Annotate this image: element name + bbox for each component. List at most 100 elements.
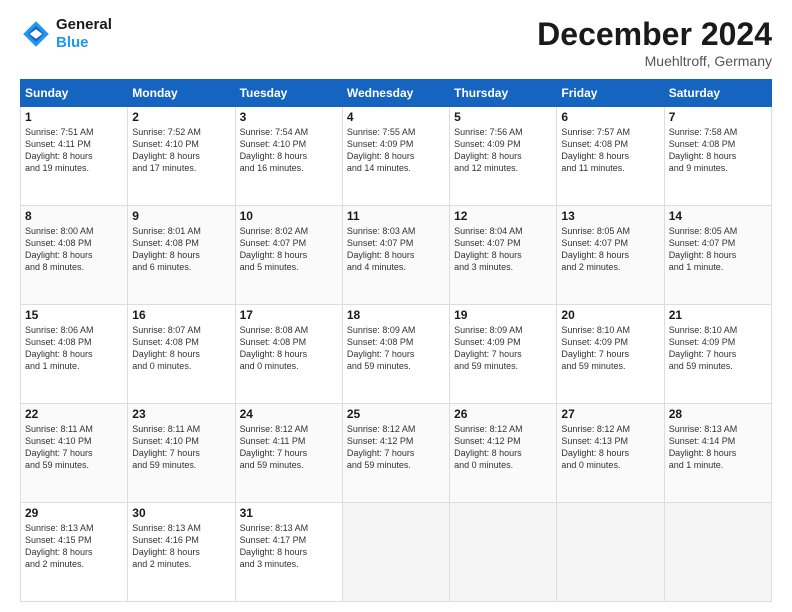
cell-info: Sunrise: 8:12 AM Sunset: 4:13 PM Dayligh… <box>561 423 659 472</box>
day-number: 23 <box>132 407 230 421</box>
calendar-cell: 22 Sunrise: 8:11 AM Sunset: 4:10 PM Dayli… <box>21 404 128 503</box>
calendar-cell <box>450 503 557 602</box>
col-header-sunday: Sunday <box>21 80 128 107</box>
day-number: 25 <box>347 407 445 421</box>
logo-text: General Blue <box>56 16 112 52</box>
day-number: 19 <box>454 308 552 322</box>
cell-info: Sunrise: 8:10 AM Sunset: 4:09 PM Dayligh… <box>669 324 767 373</box>
calendar-cell: 19 Sunrise: 8:09 AM Sunset: 4:09 PM Dayli… <box>450 305 557 404</box>
cell-info: Sunrise: 8:09 AM Sunset: 4:08 PM Dayligh… <box>347 324 445 373</box>
cell-info: Sunrise: 8:12 AM Sunset: 4:12 PM Dayligh… <box>454 423 552 472</box>
cell-info: Sunrise: 8:04 AM Sunset: 4:07 PM Dayligh… <box>454 225 552 274</box>
calendar-cell: 1 Sunrise: 7:51 AM Sunset: 4:11 PM Daylig… <box>21 107 128 206</box>
cell-info: Sunrise: 8:06 AM Sunset: 4:08 PM Dayligh… <box>25 324 123 373</box>
cell-info: Sunrise: 7:51 AM Sunset: 4:11 PM Dayligh… <box>25 126 123 175</box>
cell-info: Sunrise: 8:13 AM Sunset: 4:14 PM Dayligh… <box>669 423 767 472</box>
day-number: 17 <box>240 308 338 322</box>
page: General Blue December 2024 Muehltroff, G… <box>0 0 792 612</box>
week-row-4: 22 Sunrise: 8:11 AM Sunset: 4:10 PM Dayli… <box>21 404 772 503</box>
day-number: 10 <box>240 209 338 223</box>
day-number: 9 <box>132 209 230 223</box>
day-number: 22 <box>25 407 123 421</box>
cell-info: Sunrise: 7:52 AM Sunset: 4:10 PM Dayligh… <box>132 126 230 175</box>
col-header-wednesday: Wednesday <box>342 80 449 107</box>
calendar-cell: 10 Sunrise: 8:02 AM Sunset: 4:07 PM Dayli… <box>235 206 342 305</box>
day-number: 3 <box>240 110 338 124</box>
day-number: 2 <box>132 110 230 124</box>
cell-info: Sunrise: 8:09 AM Sunset: 4:09 PM Dayligh… <box>454 324 552 373</box>
day-number: 7 <box>669 110 767 124</box>
calendar-cell: 21Sunrise: 8:10 AM Sunset: 4:09 PM Dayli… <box>664 305 771 404</box>
cell-info: Sunrise: 7:55 AM Sunset: 4:09 PM Dayligh… <box>347 126 445 175</box>
calendar-cell: 23 Sunrise: 8:11 AM Sunset: 4:10 PM Dayli… <box>128 404 235 503</box>
cell-info: Sunrise: 8:13 AM Sunset: 4:17 PM Dayligh… <box>240 522 338 571</box>
calendar-cell: 26 Sunrise: 8:12 AM Sunset: 4:12 PM Dayli… <box>450 404 557 503</box>
cell-info: Sunrise: 8:01 AM Sunset: 4:08 PM Dayligh… <box>132 225 230 274</box>
day-number: 8 <box>25 209 123 223</box>
calendar-header-row: SundayMondayTuesdayWednesdayThursdayFrid… <box>21 80 772 107</box>
day-number: 16 <box>132 308 230 322</box>
day-number: 12 <box>454 209 552 223</box>
calendar-cell: 30 Sunrise: 8:13 AM Sunset: 4:16 PM Dayli… <box>128 503 235 602</box>
day-number: 24 <box>240 407 338 421</box>
cell-info: Sunrise: 8:02 AM Sunset: 4:07 PM Dayligh… <box>240 225 338 274</box>
calendar-cell: 18 Sunrise: 8:09 AM Sunset: 4:08 PM Dayli… <box>342 305 449 404</box>
day-number: 11 <box>347 209 445 223</box>
cell-info: Sunrise: 8:03 AM Sunset: 4:07 PM Dayligh… <box>347 225 445 274</box>
calendar-cell: 7 Sunrise: 7:58 AM Sunset: 4:08 PM Daylig… <box>664 107 771 206</box>
logo: General Blue <box>20 16 112 52</box>
cell-info: Sunrise: 7:58 AM Sunset: 4:08 PM Dayligh… <box>669 126 767 175</box>
week-row-1: 1 Sunrise: 7:51 AM Sunset: 4:11 PM Daylig… <box>21 107 772 206</box>
month-title: December 2024 <box>537 16 772 53</box>
day-number: 15 <box>25 308 123 322</box>
day-number: 5 <box>454 110 552 124</box>
col-header-saturday: Saturday <box>664 80 771 107</box>
day-number: 4 <box>347 110 445 124</box>
calendar-cell: 14Sunrise: 8:05 AM Sunset: 4:07 PM Dayli… <box>664 206 771 305</box>
cell-info: Sunrise: 8:12 AM Sunset: 4:12 PM Dayligh… <box>347 423 445 472</box>
day-number: 28 <box>669 407 767 421</box>
calendar-cell: 16 Sunrise: 8:07 AM Sunset: 4:08 PM Dayli… <box>128 305 235 404</box>
title-block: December 2024 Muehltroff, Germany <box>537 16 772 69</box>
cell-info: Sunrise: 8:00 AM Sunset: 4:08 PM Dayligh… <box>25 225 123 274</box>
calendar-cell: 17Sunrise: 8:08 AM Sunset: 4:08 PM Dayli… <box>235 305 342 404</box>
day-number: 6 <box>561 110 659 124</box>
cell-info: Sunrise: 8:07 AM Sunset: 4:08 PM Dayligh… <box>132 324 230 373</box>
calendar-cell <box>342 503 449 602</box>
week-row-3: 15 Sunrise: 8:06 AM Sunset: 4:08 PM Dayli… <box>21 305 772 404</box>
day-number: 1 <box>25 110 123 124</box>
day-number: 29 <box>25 506 123 520</box>
cell-info: Sunrise: 8:10 AM Sunset: 4:09 PM Dayligh… <box>561 324 659 373</box>
day-number: 30 <box>132 506 230 520</box>
day-number: 14 <box>669 209 767 223</box>
calendar-cell: 28 Sunrise: 8:13 AM Sunset: 4:14 PM Dayli… <box>664 404 771 503</box>
day-number: 13 <box>561 209 659 223</box>
day-number: 26 <box>454 407 552 421</box>
cell-info: Sunrise: 8:11 AM Sunset: 4:10 PM Dayligh… <box>132 423 230 472</box>
cell-info: Sunrise: 8:11 AM Sunset: 4:10 PM Dayligh… <box>25 423 123 472</box>
calendar-cell: 11 Sunrise: 8:03 AM Sunset: 4:07 PM Dayli… <box>342 206 449 305</box>
calendar-cell: 31 Sunrise: 8:13 AM Sunset: 4:17 PM Dayli… <box>235 503 342 602</box>
calendar-cell: 13 Sunrise: 8:05 AM Sunset: 4:07 PM Dayli… <box>557 206 664 305</box>
col-header-monday: Monday <box>128 80 235 107</box>
col-header-tuesday: Tuesday <box>235 80 342 107</box>
calendar-cell <box>664 503 771 602</box>
col-header-thursday: Thursday <box>450 80 557 107</box>
day-number: 31 <box>240 506 338 520</box>
calendar-cell: 3 Sunrise: 7:54 AM Sunset: 4:10 PM Daylig… <box>235 107 342 206</box>
calendar-cell: 4 Sunrise: 7:55 AM Sunset: 4:09 PM Daylig… <box>342 107 449 206</box>
calendar-cell: 5Sunrise: 7:56 AM Sunset: 4:09 PM Daylig… <box>450 107 557 206</box>
day-number: 27 <box>561 407 659 421</box>
calendar-cell: 24Sunrise: 8:12 AM Sunset: 4:11 PM Dayli… <box>235 404 342 503</box>
cell-info: Sunrise: 8:13 AM Sunset: 4:16 PM Dayligh… <box>132 522 230 571</box>
cell-info: Sunrise: 8:05 AM Sunset: 4:07 PM Dayligh… <box>561 225 659 274</box>
cell-info: Sunrise: 8:13 AM Sunset: 4:15 PM Dayligh… <box>25 522 123 571</box>
cell-info: Sunrise: 7:54 AM Sunset: 4:10 PM Dayligh… <box>240 126 338 175</box>
calendar-cell: 12 Sunrise: 8:04 AM Sunset: 4:07 PM Dayli… <box>450 206 557 305</box>
calendar-cell: 2 Sunrise: 7:52 AM Sunset: 4:10 PM Daylig… <box>128 107 235 206</box>
header: General Blue December 2024 Muehltroff, G… <box>20 16 772 69</box>
day-number: 18 <box>347 308 445 322</box>
calendar-cell: 27 Sunrise: 8:12 AM Sunset: 4:13 PM Dayli… <box>557 404 664 503</box>
cell-info: Sunrise: 7:57 AM Sunset: 4:08 PM Dayligh… <box>561 126 659 175</box>
logo-icon <box>20 18 52 50</box>
